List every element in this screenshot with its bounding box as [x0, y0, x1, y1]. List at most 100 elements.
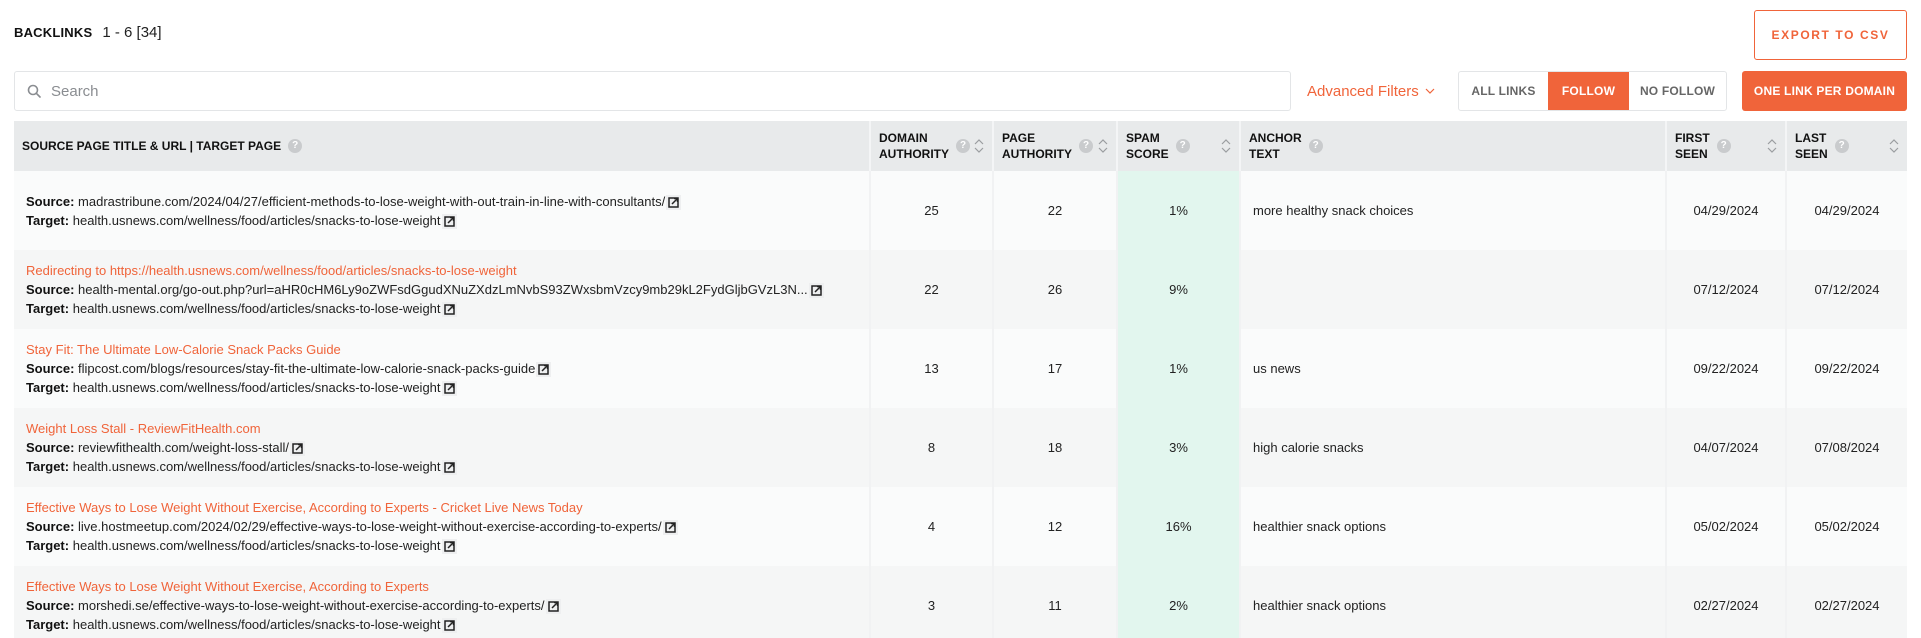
- col-spam-score[interactable]: SPAM SCORE ?: [1117, 121, 1241, 171]
- table-row: Stay Fit: The Ultimate Low-Calorie Snack…: [14, 329, 1907, 408]
- cell-first-seen: 04/07/2024: [1666, 408, 1787, 487]
- target-url[interactable]: health.usnews.com/wellness/food/articles…: [73, 380, 441, 395]
- target-url[interactable]: health.usnews.com/wellness/food/articles…: [73, 213, 441, 228]
- cell-spam-score: 1%: [1117, 329, 1241, 408]
- source-page-title[interactable]: Effective Ways to Lose Weight Without Ex…: [26, 498, 857, 517]
- link-type-filter: ALL LINKS FOLLOW NO FOLLOW: [1458, 71, 1727, 111]
- external-link-icon[interactable]: [662, 520, 678, 536]
- cell-first-seen: 04/29/2024: [1666, 171, 1787, 250]
- help-icon[interactable]: ?: [288, 139, 303, 153]
- source-url[interactable]: health-mental.org/go-out.php?url=aHR0cHM…: [78, 282, 808, 297]
- external-link-icon[interactable]: [441, 381, 457, 397]
- page-title: BACKLINKS: [14, 25, 93, 40]
- source-label: Source:: [26, 282, 75, 297]
- help-icon[interactable]: ?: [956, 139, 970, 153]
- target-url[interactable]: health.usnews.com/wellness/food/articles…: [73, 459, 441, 474]
- filter-no-follow[interactable]: NO FOLLOW: [1629, 72, 1726, 110]
- col-domain-authority[interactable]: DOMAIN AUTHORITY ?: [870, 121, 994, 171]
- external-link-icon[interactable]: [808, 283, 824, 299]
- table-row: Effective Ways to Lose Weight Without Ex…: [14, 487, 1907, 566]
- cell-first-seen: 09/22/2024: [1666, 329, 1787, 408]
- external-link-icon[interactable]: [441, 302, 457, 318]
- source-url[interactable]: flipcost.com/blogs/resources/stay-fit-th…: [78, 361, 535, 376]
- col-first-seen[interactable]: FIRST SEEN ?: [1666, 121, 1787, 171]
- source-page-title[interactable]: Weight Loss Stall - ReviewFitHealth.com: [26, 419, 857, 438]
- cell-page-authority: 17: [993, 329, 1118, 408]
- target-label: Target:: [26, 212, 70, 228]
- cell-spam-score: 3%: [1117, 408, 1241, 487]
- source-page-title[interactable]: Stay Fit: The Ultimate Low-Calorie Snack…: [26, 340, 857, 359]
- cell-domain-authority: 3: [870, 566, 994, 638]
- filter-follow[interactable]: FOLLOW: [1548, 72, 1629, 110]
- target-url[interactable]: health.usnews.com/wellness/food/articles…: [73, 617, 441, 632]
- sort-icon[interactable]: [974, 138, 984, 154]
- source-line: Source: morshedi.se/effective-ways-to-lo…: [26, 596, 857, 615]
- cell-source-target: Effective Ways to Lose Weight Without Ex…: [14, 566, 871, 638]
- source-page-title[interactable]: Effective Ways to Lose Weight Without Ex…: [26, 577, 857, 596]
- cell-domain-authority: 8: [870, 408, 994, 487]
- source-line: Source: madrastribune.com/2024/04/27/eff…: [26, 192, 857, 211]
- cell-anchor-text: more healthy snack choices: [1240, 171, 1667, 250]
- advanced-filters-toggle[interactable]: Advanced Filters: [1307, 80, 1435, 102]
- cell-anchor-text: healthier snack options: [1240, 566, 1667, 638]
- target-line: Target: health.usnews.com/wellness/food/…: [26, 457, 857, 476]
- col-last-seen[interactable]: LAST SEEN ?: [1786, 121, 1907, 171]
- one-link-per-domain-button[interactable]: ONE LINK PER DOMAIN: [1742, 71, 1907, 111]
- help-icon[interactable]: ?: [1308, 139, 1323, 153]
- cell-spam-score: 16%: [1117, 487, 1241, 566]
- source-url[interactable]: madrastribune.com/2024/04/27/efficient-m…: [78, 194, 665, 209]
- cell-page-authority: 12: [993, 487, 1118, 566]
- cell-page-authority: 26: [993, 250, 1118, 329]
- help-icon[interactable]: ?: [1716, 139, 1731, 153]
- external-link-icon[interactable]: [441, 539, 457, 555]
- source-label: Source:: [26, 193, 75, 209]
- cell-anchor-text: healthier snack options: [1240, 487, 1667, 566]
- source-line: Source: flipcost.com/blogs/resources/sta…: [26, 359, 857, 378]
- target-url[interactable]: health.usnews.com/wellness/food/articles…: [73, 301, 441, 316]
- external-link-icon[interactable]: [441, 213, 457, 229]
- export-csv-button[interactable]: EXPORT TO CSV: [1754, 10, 1907, 60]
- help-icon[interactable]: ?: [1834, 139, 1849, 153]
- target-line: Target: health.usnews.com/wellness/food/…: [26, 615, 857, 634]
- cell-first-seen: 07/12/2024: [1666, 250, 1787, 329]
- col-page-authority[interactable]: PAGE AUTHORITY ?: [993, 121, 1118, 171]
- source-line: Source: reviewfithealth.com/weight-loss-…: [26, 438, 857, 457]
- source-page-title[interactable]: Redirecting to https://health.usnews.com…: [26, 261, 857, 280]
- table-row: Weight Loss Stall - ReviewFitHealth.com …: [14, 408, 1907, 487]
- source-label: Source:: [26, 598, 75, 613]
- cell-anchor-text: us news: [1240, 329, 1667, 408]
- target-url[interactable]: health.usnews.com/wellness/food/articles…: [73, 538, 441, 553]
- external-link-icon[interactable]: [441, 618, 457, 634]
- source-url[interactable]: reviewfithealth.com/weight-loss-stall/: [78, 440, 289, 455]
- source-url[interactable]: morshedi.se/effective-ways-to-lose-weigh…: [78, 598, 545, 613]
- backlinks-table: SOURCE PAGE TITLE & URL | TARGET PAGE ? …: [14, 121, 1907, 638]
- chevron-down-icon: [1425, 88, 1435, 94]
- cell-first-seen: 02/27/2024: [1666, 566, 1787, 638]
- target-label: Target:: [26, 301, 70, 316]
- source-url[interactable]: live.hostmeetup.com/2024/02/29/effective…: [78, 519, 662, 534]
- external-link-icon[interactable]: [290, 441, 305, 457]
- cell-domain-authority: 13: [870, 329, 994, 408]
- search-box[interactable]: [14, 71, 1291, 111]
- external-link-icon[interactable]: [441, 460, 457, 476]
- cell-spam-score: 9%: [1117, 250, 1241, 329]
- cell-source-target: Weight Loss Stall - ReviewFitHealth.com …: [14, 408, 871, 487]
- filter-all-links[interactable]: ALL LINKS: [1459, 72, 1548, 110]
- sort-icon[interactable]: [1098, 138, 1108, 154]
- external-link-icon[interactable]: [666, 194, 682, 210]
- search-input[interactable]: [51, 82, 1251, 100]
- sort-icon[interactable]: [1889, 138, 1899, 154]
- external-link-icon[interactable]: [536, 362, 552, 378]
- target-line: Target: health.usnews.com/wellness/food/…: [26, 211, 857, 230]
- table-header-row: SOURCE PAGE TITLE & URL | TARGET PAGE ? …: [14, 121, 1907, 171]
- sort-icon[interactable]: [1767, 138, 1777, 154]
- cell-source-target: Source: madrastribune.com/2024/04/27/eff…: [14, 171, 871, 250]
- target-label: Target:: [26, 380, 70, 395]
- target-line: Target: health.usnews.com/wellness/food/…: [26, 378, 857, 397]
- external-link-icon[interactable]: [545, 599, 561, 615]
- table-row: Effective Ways to Lose Weight Without Ex…: [14, 566, 1907, 638]
- cell-source-target: Redirecting to https://health.usnews.com…: [14, 250, 871, 329]
- help-icon[interactable]: ?: [1175, 139, 1190, 153]
- sort-icon[interactable]: [1221, 138, 1231, 154]
- help-icon[interactable]: ?: [1079, 139, 1093, 153]
